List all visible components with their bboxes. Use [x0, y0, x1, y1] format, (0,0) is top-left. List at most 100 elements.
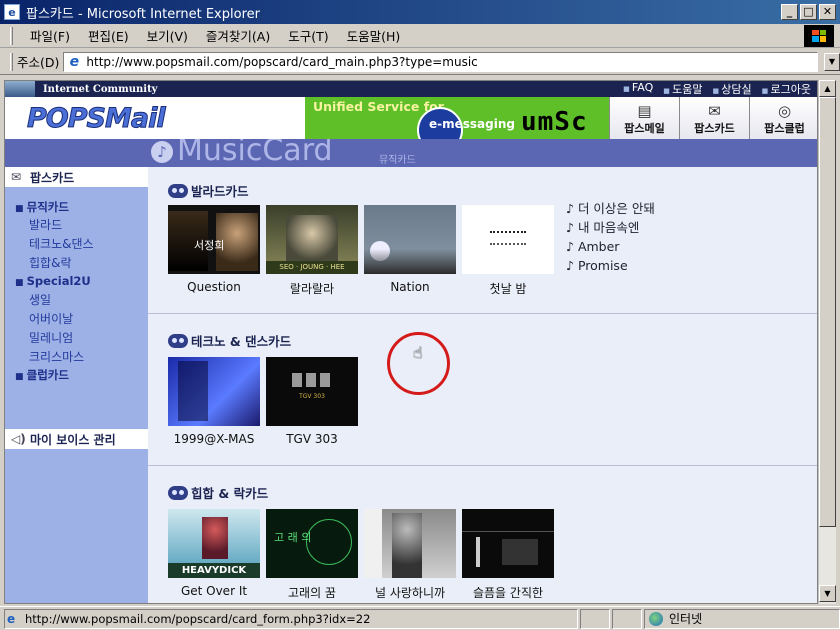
banner-brand: umSc — [521, 107, 588, 137]
card-question[interactable]: 서정희 Question — [168, 205, 260, 294]
menu-favorites[interactable]: 즐겨찾기(A) — [197, 26, 279, 45]
card-label: TGV 303 — [286, 432, 338, 446]
envelope-icon: ✉ — [11, 170, 22, 184]
community-label: Internet Community — [43, 83, 158, 95]
sidebar-voice[interactable]: ◁) 마이 보이스 관리 — [5, 429, 148, 449]
thumbnail — [462, 205, 554, 274]
eyes-icon — [168, 183, 188, 198]
music-card-title: MusicCard — [177, 139, 333, 167]
window-title: 팝스카드 - Microsoft Internet Explorer — [26, 6, 260, 22]
sidebar-group-music[interactable]: 뮤직카드 — [15, 199, 69, 215]
windows-logo-icon — [804, 24, 834, 47]
title-bar: e 팝스카드 - Microsoft Internet Explorer _ □… — [0, 0, 840, 24]
address-dropdown-button[interactable]: ▼ — [824, 52, 840, 71]
logo-area: POPSMail — [5, 97, 305, 139]
page-viewport: Internet Community FAQ 도움말 상담실 로그아웃 POPS… — [4, 80, 818, 604]
song-item[interactable]: 더 이상은 안돼 — [566, 199, 655, 218]
menu-bar: 파일(F) 편집(E) 보기(V) 즐겨찾기(A) 도구(T) 도움말(H) — [0, 24, 840, 48]
sidebar: ✉ 팝스카드 뮤직카드 발라드 테크노&댄스 힙합&락 Special2U 생일… — [5, 167, 148, 603]
song-item[interactable]: Promise — [566, 256, 655, 275]
thumbnail: 서정희 — [168, 205, 260, 274]
section-ballad-title: 발라드카드 — [168, 181, 249, 200]
sidebar-title[interactable]: ✉ 팝스카드 — [5, 167, 148, 187]
thumbnail: HEAVYDICK — [168, 509, 260, 578]
status-bar: e http://www.popsmail.com/popscard/card_… — [0, 606, 840, 630]
card-lalala[interactable]: SEO · JOUNG · HEE 랄라랄라 — [266, 205, 358, 297]
card-icon: ✉ — [708, 102, 721, 120]
club-icon: ◎ — [777, 102, 792, 120]
sidebar-item-techno[interactable]: 테크노&댄스 — [29, 235, 94, 252]
music-card-subtitle: 뮤직카드 — [379, 155, 416, 166]
link-support[interactable]: 상담실 — [712, 81, 751, 97]
card-because-i-love-you[interactable]: 널 사랑하니까 — [364, 509, 456, 601]
section-techno-title: 테크노 & 댄스카드 — [168, 331, 291, 350]
card-label: 슬픔을 간직한 — [472, 586, 544, 600]
nav-popscard[interactable]: ✉ 팝스카드 — [679, 97, 749, 139]
site-top-strip: Internet Community FAQ 도움말 상담실 로그아웃 — [5, 81, 817, 97]
menu-view[interactable]: 보기(V) — [138, 26, 197, 45]
song-item[interactable]: 내 마음속엔 — [566, 218, 655, 237]
thumb-text: 서정희 — [194, 239, 225, 252]
vertical-scrollbar[interactable]: ▲ ▼ — [818, 80, 836, 604]
card-label: 고래의 꿈 — [288, 586, 336, 600]
card-get-over-it[interactable]: HEAVYDICK Get Over It — [168, 509, 260, 598]
thumbnail — [462, 509, 554, 578]
section-divider — [148, 313, 817, 314]
toolbar-grip[interactable] — [10, 26, 13, 45]
service-nav: ▤ 팝스메일 ✉ 팝스카드 ◎ 팝스클럽 — [609, 97, 817, 139]
nav-popsmail[interactable]: ▤ 팝스메일 — [609, 97, 679, 139]
sidebar-group-special[interactable]: Special2U — [15, 274, 91, 288]
scroll-up-button[interactable]: ▲ — [819, 80, 836, 97]
sidebar-group-club[interactable]: 클럽카드 — [15, 367, 69, 383]
status-zone: 인터넷 — [644, 608, 840, 629]
umsc-banner[interactable]: Unified Service for e-messaging umSc — [305, 97, 609, 139]
card-whale-dream[interactable]: 고 래 의 고래의 꿈 — [266, 509, 358, 601]
thumbnail: TGV 303 — [266, 357, 358, 426]
scroll-down-button[interactable]: ▼ — [819, 585, 836, 602]
minimize-button[interactable]: _ — [781, 4, 798, 20]
card-tgv-303[interactable]: TGV 303 TGV 303 — [266, 357, 358, 446]
thumb-text: HEAVYDICK — [168, 563, 260, 578]
sidebar-item-millennium[interactable]: 밀레니엄 — [29, 329, 73, 346]
song-item[interactable]: Amber — [566, 237, 655, 256]
music-note-icon: ♪ — [151, 141, 173, 163]
close-button[interactable]: ✕ — [819, 4, 836, 20]
maximize-button[interactable]: □ — [800, 4, 817, 20]
nav-popsclub[interactable]: ◎ 팝스클럽 — [749, 97, 817, 139]
status-cell — [580, 608, 610, 629]
link-help[interactable]: 도움말 — [663, 81, 702, 97]
card-keeping-sorrow[interactable]: 슬픔을 간직한 — [462, 509, 554, 601]
sidebar-item-ballad[interactable]: 발라드 — [29, 216, 62, 233]
scroll-thumb[interactable] — [819, 97, 836, 527]
address-bar: 주소(D) e ▼ — [0, 49, 840, 75]
card-first-night[interactable]: 첫날 밤 — [462, 205, 554, 297]
address-input[interactable] — [86, 54, 817, 69]
section-divider — [148, 465, 817, 466]
popsmail-logo[interactable]: POPSMail — [27, 102, 167, 134]
link-faq[interactable]: FAQ — [623, 81, 653, 97]
link-logout[interactable]: 로그아웃 — [762, 81, 811, 97]
sidebar-item-parents-day[interactable]: 어버이날 — [29, 310, 73, 327]
sidebar-item-christmas[interactable]: 크리스마스 — [29, 348, 84, 365]
address-field[interactable]: e — [63, 51, 818, 72]
thumb-text: 고 래 의 — [274, 531, 312, 544]
eyes-icon — [168, 333, 188, 348]
status-cell — [612, 608, 642, 629]
speaker-icon: ◁) — [11, 432, 26, 446]
address-label: 주소(D) — [17, 55, 60, 70]
menu-edit[interactable]: 편집(E) — [79, 26, 138, 45]
sidebar-item-birthday[interactable]: 생일 — [29, 291, 51, 308]
toolbar-grip[interactable] — [10, 52, 13, 71]
menu-help[interactable]: 도움말(H) — [338, 26, 410, 45]
menu-file[interactable]: 파일(F) — [21, 26, 79, 45]
card-nation[interactable]: Nation — [364, 205, 456, 294]
sidebar-item-hiphop[interactable]: 힙합&락 — [29, 254, 71, 271]
section-hiphop-title: 힙합 & 락카드 — [168, 483, 268, 502]
mail-icon: ▤ — [637, 102, 652, 120]
thumbnail: SEO · JOUNG · HEE — [266, 205, 358, 274]
menu-tools[interactable]: 도구(T) — [279, 26, 337, 45]
thumbnail — [364, 205, 456, 274]
card-xmas-1999[interactable]: 1999@X-MAS — [168, 357, 260, 446]
song-list: 더 이상은 안돼 내 마음속엔 Amber Promise — [566, 199, 655, 275]
music-card-header: ♪ MusicCard 뮤직카드 — [5, 139, 817, 167]
